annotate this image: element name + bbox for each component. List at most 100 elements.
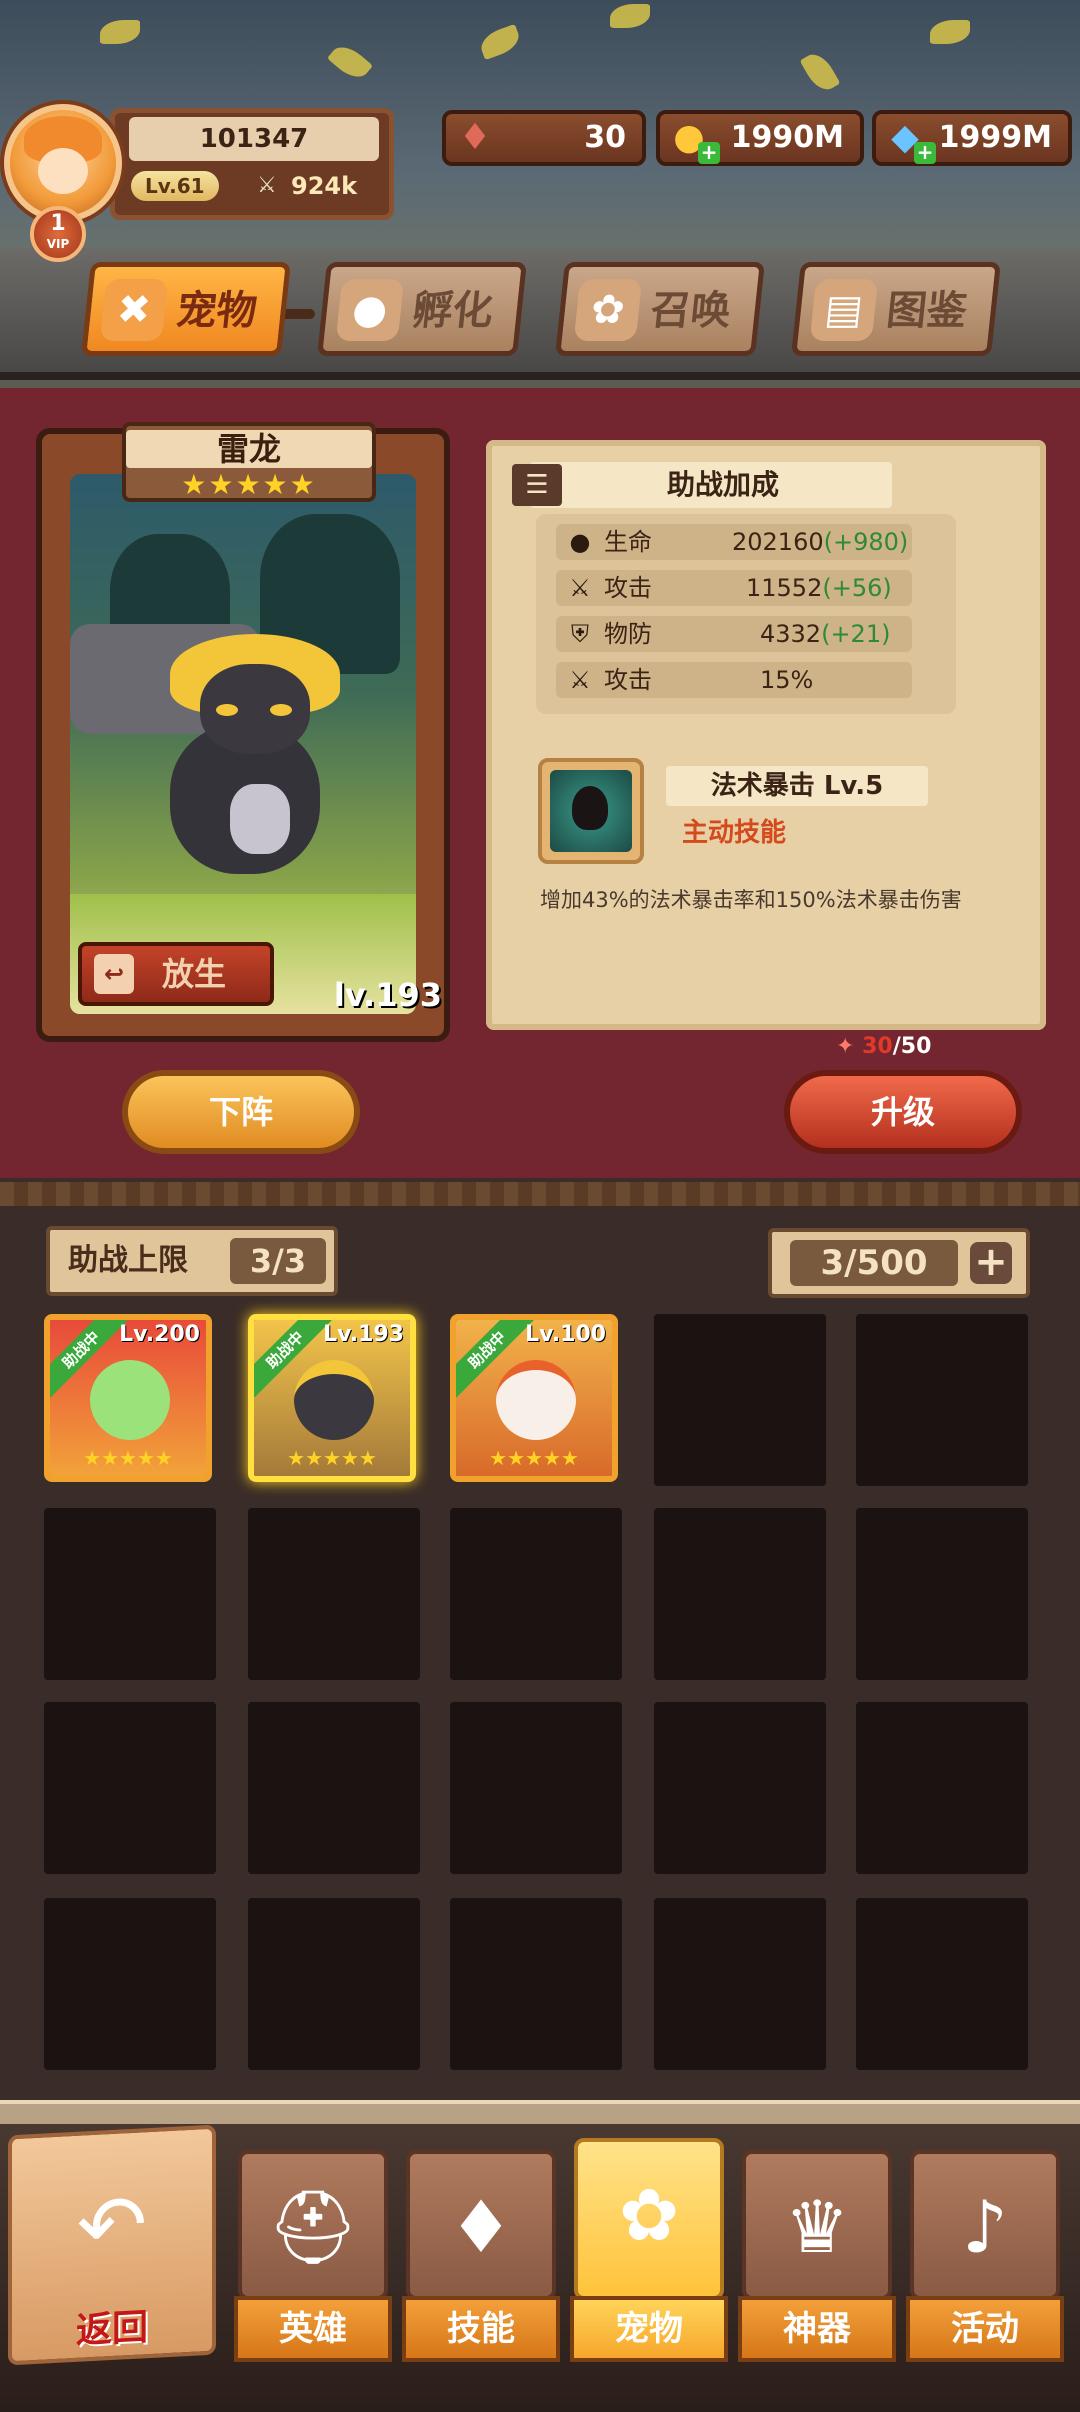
gold-counter[interactable]: ● + 1990M bbox=[656, 110, 864, 166]
artifact-icon: ♛ bbox=[742, 2150, 892, 2300]
tab-pets-label: 宠物 bbox=[174, 288, 260, 334]
empty-slot[interactable] bbox=[44, 1702, 216, 1874]
back-button[interactable]: ↶ 返回 bbox=[8, 2124, 216, 2366]
empty-slot[interactable] bbox=[44, 1508, 216, 1680]
pet-stars: ★★★★★ bbox=[181, 468, 317, 501]
tab-hatch[interactable]: ● 孵化 bbox=[317, 262, 527, 356]
book-icon: ▤ bbox=[809, 279, 879, 341]
pet-slot-stars: ★★★★★ bbox=[489, 1446, 579, 1470]
material-icon: ✦ bbox=[836, 1034, 855, 1059]
pet-slot-selected[interactable]: 助战中 Lv.193 ★★★★★ bbox=[248, 1314, 416, 1482]
pet-slot[interactable]: 助战中 Lv.100 ★★★★★ bbox=[450, 1314, 618, 1482]
empty-slot[interactable] bbox=[450, 1898, 622, 2070]
player-avatar[interactable] bbox=[4, 104, 122, 222]
back-label: 返回 bbox=[75, 2307, 148, 2352]
nav-heroes[interactable]: ⛑ 英雄 bbox=[234, 2150, 392, 2362]
nav-artifacts-label: 神器 bbox=[738, 2296, 896, 2362]
diamond-counter[interactable]: ◆ + 1999M bbox=[872, 110, 1072, 166]
inventory-capacity: 3/500 + bbox=[768, 1228, 1030, 1298]
pet-portrait-icon bbox=[496, 1360, 576, 1440]
empty-slot[interactable] bbox=[654, 1508, 826, 1680]
capacity-value: 3/500 bbox=[790, 1240, 958, 1286]
pet-name: 雷龙 bbox=[126, 430, 372, 468]
nav-artifacts[interactable]: ♛ 神器 bbox=[738, 2150, 896, 2362]
pet-slot-level: Lv.193 bbox=[323, 1322, 404, 1347]
nav-skills-label: 技能 bbox=[402, 2296, 560, 2362]
pet-portrait bbox=[70, 474, 416, 1014]
shield-icon: ⛨ bbox=[571, 620, 589, 648]
empty-slot[interactable] bbox=[450, 1702, 622, 1874]
tab-codex[interactable]: ▤ 图鉴 bbox=[791, 262, 1001, 356]
nav-rail bbox=[0, 2100, 1080, 2124]
empty-slot[interactable] bbox=[248, 1702, 420, 1874]
unassign-button[interactable]: 下阵 bbox=[122, 1070, 360, 1154]
nav-pets[interactable]: ✿ 宠物 bbox=[570, 2138, 728, 2362]
bonus-scroll: ☰ 助战加成 ● 生命 202160(+980) ⚔ 攻击 11552(+56)… bbox=[486, 440, 1046, 1030]
helmet-icon: ⛑ bbox=[238, 2150, 388, 2300]
diamond-value: 1999M bbox=[938, 120, 1052, 155]
sword-icon: ⚔ bbox=[569, 666, 591, 694]
release-icon: ↩ bbox=[94, 954, 134, 994]
player-info-panel: 101347 Lv.61 ⚔ 924k bbox=[110, 108, 394, 319]
tab-hatch-label: 孵化 bbox=[410, 288, 496, 334]
tab-pets[interactable]: ✖ 宠物 bbox=[81, 262, 291, 356]
nav-events-label: 活动 bbox=[906, 2296, 1064, 2362]
sword-icon: ⚔ bbox=[569, 574, 591, 602]
paw-icon: ✿ bbox=[573, 279, 643, 341]
skill-name: 法术暴击 Lv.5 bbox=[666, 766, 928, 806]
empty-slot[interactable] bbox=[654, 1702, 826, 1874]
empty-slot[interactable] bbox=[450, 1508, 622, 1680]
empty-slot[interactable] bbox=[248, 1508, 420, 1680]
upgrade-button[interactable]: 升级 bbox=[784, 1070, 1022, 1154]
tab-codex-label: 图鉴 bbox=[884, 288, 970, 334]
spellbook-icon: ♦ bbox=[406, 2150, 556, 2300]
egg-icon: ● bbox=[335, 279, 405, 341]
pet-portrait-icon bbox=[90, 1360, 170, 1440]
pet-slot-level: Lv.100 bbox=[525, 1322, 606, 1347]
add-gold-icon[interactable]: + bbox=[698, 142, 720, 164]
empty-slot[interactable] bbox=[856, 1898, 1028, 2070]
empty-slot[interactable] bbox=[856, 1508, 1028, 1680]
skill-type: 主动技能 bbox=[682, 818, 787, 848]
release-button[interactable]: ↩ 放生 bbox=[78, 942, 274, 1006]
empty-slot[interactable] bbox=[856, 1702, 1028, 1874]
tab-summon-label: 召唤 bbox=[648, 288, 734, 334]
nav-events[interactable]: ♪ 活动 bbox=[906, 2150, 1064, 2362]
nav-skills[interactable]: ♦ 技能 bbox=[402, 2150, 560, 2362]
empty-slot[interactable] bbox=[654, 1314, 826, 1486]
empty-slot[interactable] bbox=[248, 1898, 420, 2070]
stat-bonus: (+21) bbox=[821, 620, 891, 648]
combat-power: 924k bbox=[291, 172, 358, 200]
bonus-stats: ● 生命 202160(+980) ⚔ 攻击 11552(+56) ⛨ 物防 4… bbox=[536, 514, 956, 714]
pet-slot-level: Lv.200 bbox=[119, 1322, 200, 1347]
winged-flower-icon: ✿ bbox=[574, 2138, 724, 2300]
stat-row: ⛨ 物防 4332(+21) bbox=[556, 616, 912, 652]
upgrade-cost: ✦ 30/50 bbox=[836, 1034, 931, 1059]
stat-name: 物防 bbox=[604, 620, 652, 648]
horn-icon: ♪ bbox=[910, 2150, 1060, 2300]
add-diamond-icon[interactable]: + bbox=[914, 142, 936, 164]
cost-current: 30 bbox=[862, 1034, 893, 1059]
stat-row: ⚔ 攻击 15% bbox=[556, 662, 912, 698]
assist-limit: 助战上限 3/3 bbox=[46, 1226, 338, 1296]
vip-label: VIP bbox=[46, 237, 70, 251]
expand-capacity-button[interactable]: + bbox=[970, 1242, 1012, 1284]
vip-badge[interactable]: 1 VIP bbox=[30, 206, 86, 262]
release-label: 放生 bbox=[162, 955, 227, 993]
assist-limit-value: 3/3 bbox=[230, 1238, 326, 1284]
pet-slot-stars: ★★★★★ bbox=[287, 1446, 377, 1470]
stat-row: ⚔ 攻击 11552(+56) bbox=[556, 570, 912, 606]
empty-slot[interactable] bbox=[856, 1314, 1028, 1486]
empty-slot[interactable] bbox=[654, 1898, 826, 2070]
pet-slot-stars: ★★★★★ bbox=[83, 1446, 173, 1470]
stat-name: 攻击 bbox=[604, 666, 652, 694]
empty-slot[interactable] bbox=[44, 1898, 216, 2070]
skill-icon[interactable] bbox=[538, 758, 644, 864]
stamina-counter[interactable]: ♦ 30 bbox=[442, 110, 646, 166]
tab-summon[interactable]: ✿ 召唤 bbox=[555, 262, 765, 356]
stat-value: 4332 bbox=[760, 620, 822, 648]
pet-level: lv.193 bbox=[333, 976, 442, 1014]
stat-value: 15% bbox=[760, 666, 814, 694]
wooden-divider bbox=[0, 1182, 1080, 1206]
pet-slot[interactable]: 助战中 Lv.200 ★★★★★ bbox=[44, 1314, 212, 1482]
